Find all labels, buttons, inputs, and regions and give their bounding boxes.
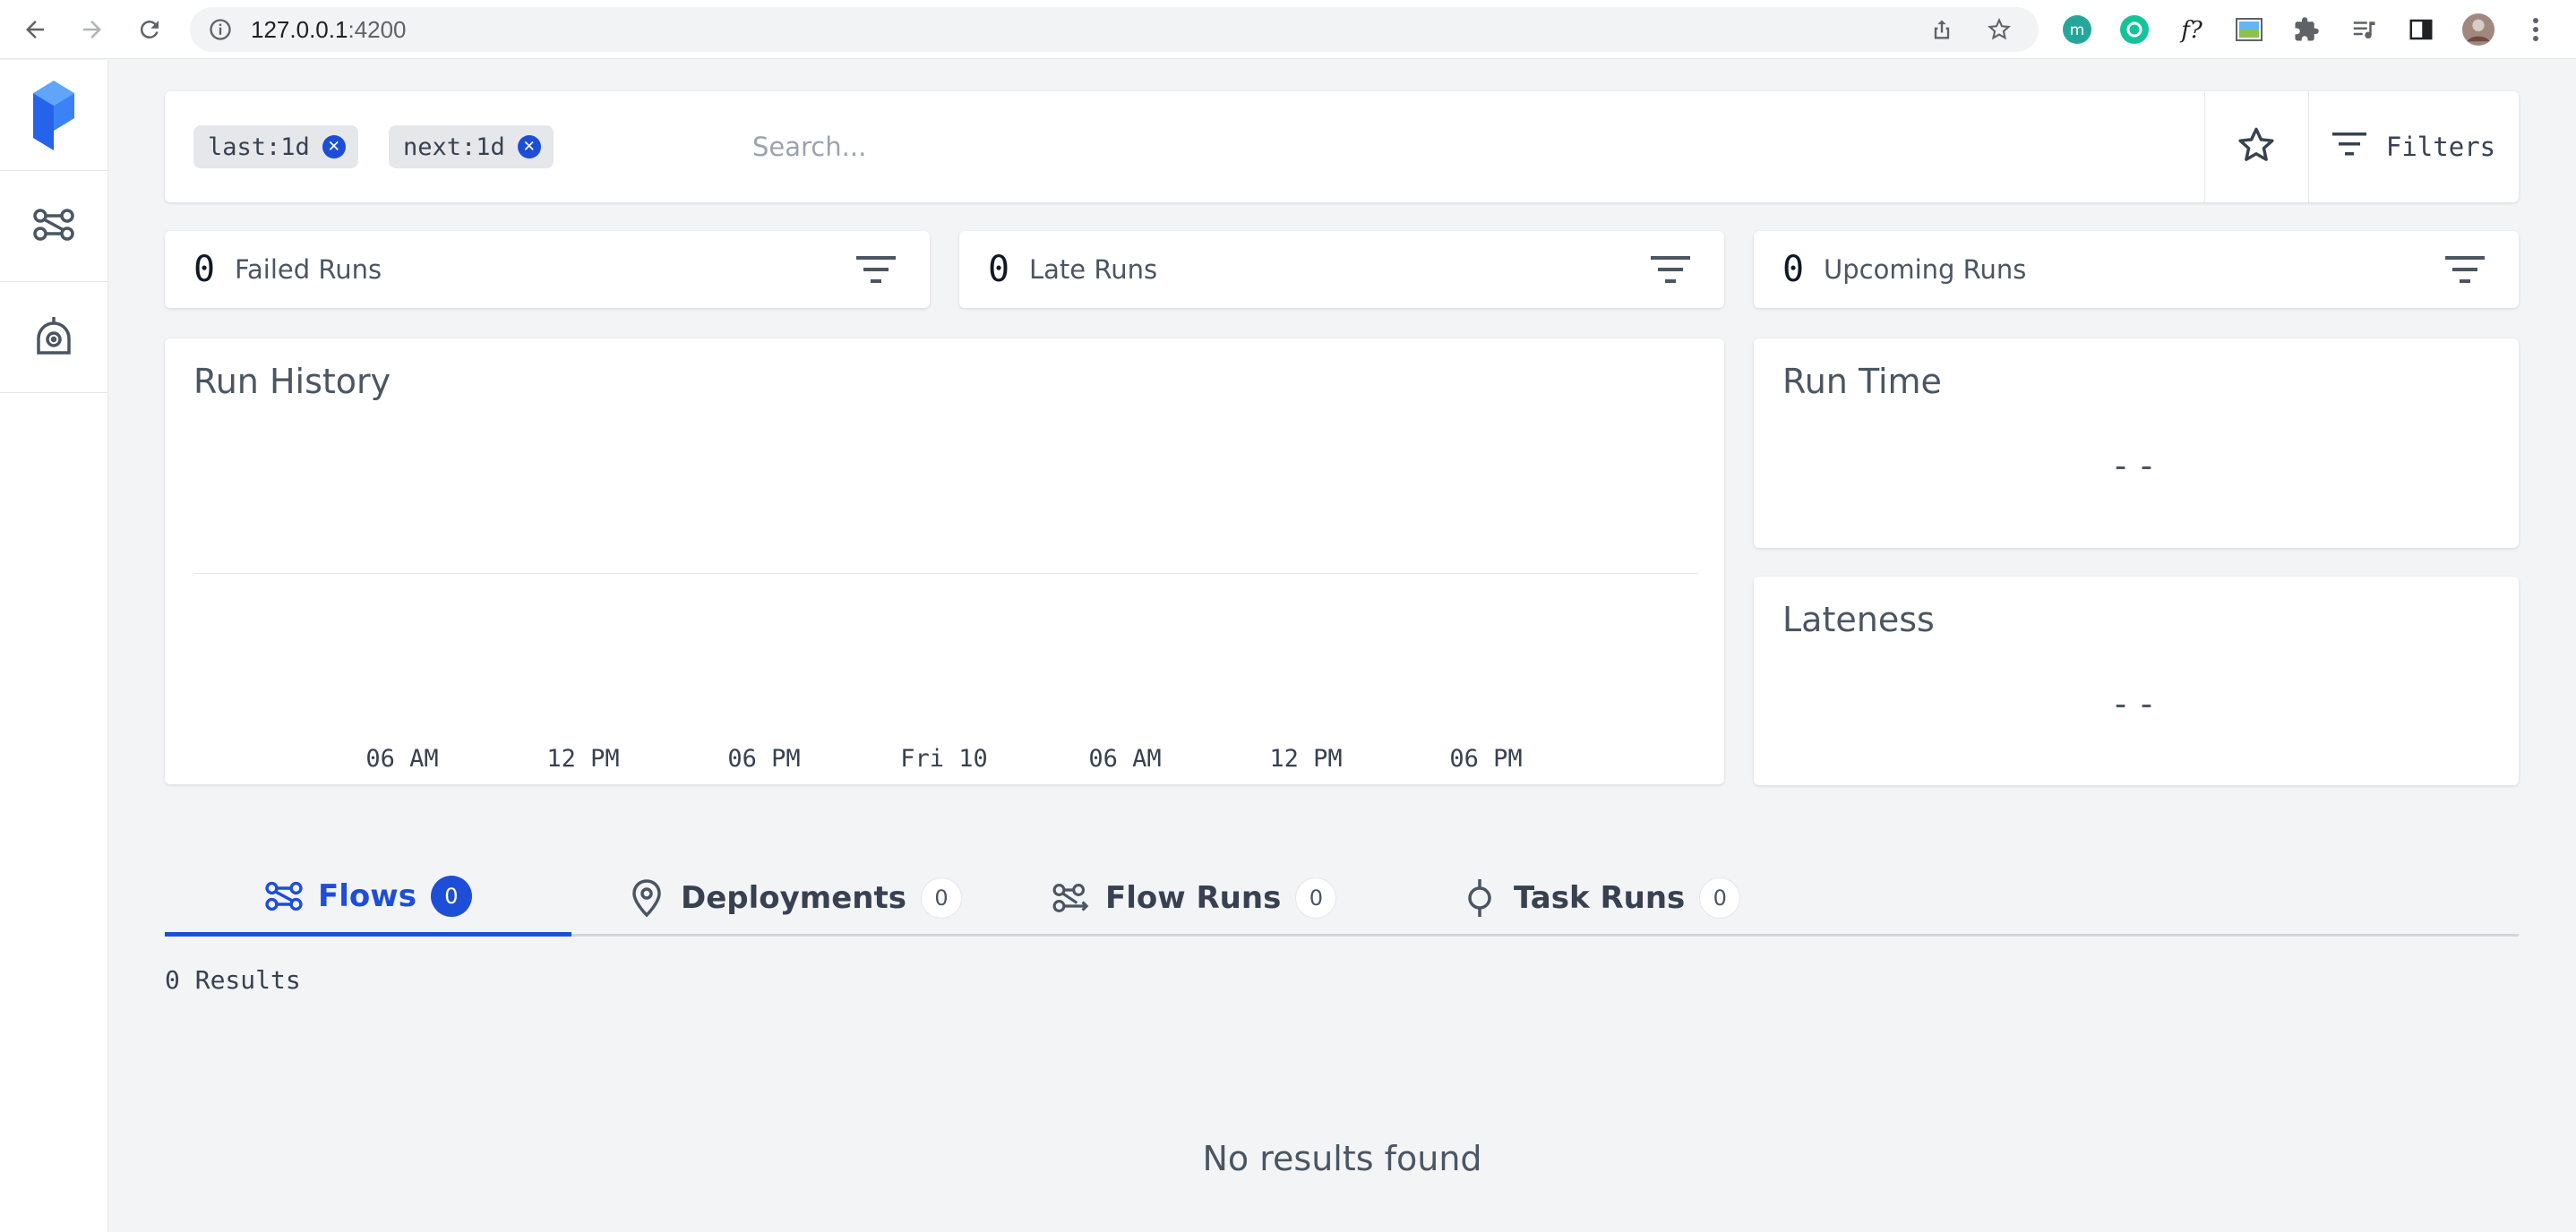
chart-baseline	[193, 573, 1698, 574]
upcoming-runs-label: Upcoming Runs	[1824, 254, 2027, 285]
failed-runs-count: 0	[193, 249, 216, 290]
url-port: :4200	[348, 15, 407, 43]
tab-flow-runs[interactable]: Flow Runs 0	[1052, 860, 1337, 937]
map-pin-icon	[627, 878, 666, 918]
share-icon[interactable]	[1929, 17, 1954, 46]
filter-chip[interactable]: next:1d ✕	[389, 125, 554, 168]
tab-label: Task Runs	[1514, 880, 1686, 916]
prefect-logo-icon[interactable]	[0, 60, 107, 171]
failed-runs-label: Failed Runs	[235, 254, 382, 285]
x-tick-label: 06 PM	[727, 745, 801, 773]
remove-chip-icon[interactable]: ✕	[517, 135, 541, 158]
sidebar-item-flows[interactable]	[0, 171, 107, 282]
run-time-value: --	[2110, 446, 2162, 485]
run-time-panel: Run Time --	[1754, 338, 2519, 548]
svg-text:m: m	[2070, 21, 2085, 39]
sidebar-item-work-queues[interactable]	[0, 282, 107, 393]
run-time-title: Run Time	[1782, 362, 1942, 401]
filter-lines-icon[interactable]	[1651, 252, 1690, 287]
x-tick-label: 06 PM	[1449, 745, 1523, 773]
flows-icon	[32, 207, 75, 246]
filters-label: Filters	[2385, 132, 2496, 162]
tab-flows[interactable]: Flows 0	[165, 860, 571, 937]
filter-chip[interactable]: last:1d ✕	[193, 125, 358, 168]
run-history-panel: Run History 06 AM 12 PM 06 PM Fri 10 06 …	[165, 338, 1724, 784]
font-detect-icon[interactable]: f?	[2175, 13, 2209, 47]
x-tick-label: Fri 10	[900, 745, 988, 773]
star-icon	[2236, 124, 2277, 169]
search-input[interactable]	[752, 125, 2365, 168]
late-runs-count: 0	[988, 249, 1010, 290]
lateness-value: --	[2110, 684, 2162, 723]
filter-search-bar: last:1d ✕ next:1d ✕ Filters	[165, 91, 2519, 202]
address-bar[interactable]: 127.0.0.1:4200	[190, 7, 2039, 52]
profile-avatar-icon[interactable]	[2461, 13, 2495, 47]
count-badge: 0	[1699, 877, 1741, 919]
filter-lines-icon	[2331, 131, 2366, 164]
url-text: 127.0.0.1:4200	[251, 16, 407, 44]
extension-m-icon[interactable]: m	[2060, 13, 2094, 47]
count-badge: 0	[920, 877, 962, 919]
save-filter-button[interactable]	[2205, 91, 2307, 202]
lateness-panel: Lateness --	[1754, 577, 2519, 785]
url-host: 127.0.0.1	[251, 15, 348, 43]
empty-state-message: No results found	[1202, 1139, 1482, 1178]
x-tick-label: 06 AM	[365, 745, 439, 773]
robot-icon	[35, 315, 73, 360]
upcoming-runs-card: 0 Upcoming Runs	[1754, 231, 2519, 308]
flows-icon	[264, 877, 304, 916]
tab-task-runs[interactable]: Task Runs 0	[1460, 860, 1741, 937]
filter-lines-icon[interactable]	[2445, 252, 2485, 287]
run-history-title: Run History	[193, 362, 391, 401]
x-tick-label: 12 PM	[546, 745, 620, 773]
filter-lines-icon[interactable]	[856, 252, 896, 287]
count-badge: 0	[1295, 877, 1337, 919]
filter-chip-label: next:1d	[403, 133, 505, 161]
browser-menu-icon[interactable]	[2519, 13, 2553, 47]
tab-label: Deployments	[681, 880, 906, 916]
lateness-title: Lateness	[1782, 600, 1935, 639]
filter-chip-label: last:1d	[208, 133, 310, 161]
resource-tabs: Flows 0 Deployments 0 Flow Runs 0 Task R…	[165, 860, 2519, 937]
task-runs-icon	[1460, 878, 1499, 918]
browser-toolbar: 127.0.0.1:4200 m f?	[0, 0, 2576, 59]
x-tick-label: 06 AM	[1088, 745, 1162, 773]
svg-text:f?: f?	[2179, 17, 2203, 44]
failed-runs-card: 0 Failed Runs	[165, 231, 930, 308]
x-tick-label: 12 PM	[1269, 745, 1343, 773]
late-runs-label: Late Runs	[1029, 254, 1158, 285]
remove-chip-icon[interactable]: ✕	[322, 135, 346, 158]
sidebar	[0, 60, 108, 1232]
upcoming-runs-count: 0	[1782, 249, 1805, 290]
late-runs-card: 0 Late Runs	[959, 231, 1724, 308]
media-queue-icon[interactable]	[2347, 13, 2381, 47]
extensions-puzzle-icon[interactable]	[2289, 13, 2323, 47]
count-badge: 0	[430, 875, 472, 917]
site-info-icon[interactable]	[208, 17, 233, 46]
filters-button[interactable]: Filters	[2309, 91, 2519, 202]
results-count: 0 Results	[165, 965, 301, 995]
bookmark-star-icon[interactable]	[1987, 17, 2012, 46]
forward-icon[interactable]	[75, 13, 109, 47]
tab-deployments[interactable]: Deployments 0	[627, 860, 962, 937]
grammarly-icon[interactable]	[2117, 13, 2151, 47]
side-panel-icon[interactable]	[2404, 13, 2438, 47]
image-extension-icon[interactable]	[2232, 13, 2266, 47]
back-icon[interactable]	[18, 13, 52, 47]
flow-runs-icon	[1052, 878, 1091, 918]
tab-label: Flows	[318, 877, 416, 914]
reload-icon[interactable]	[133, 13, 167, 47]
tab-label: Flow Runs	[1105, 880, 1282, 916]
